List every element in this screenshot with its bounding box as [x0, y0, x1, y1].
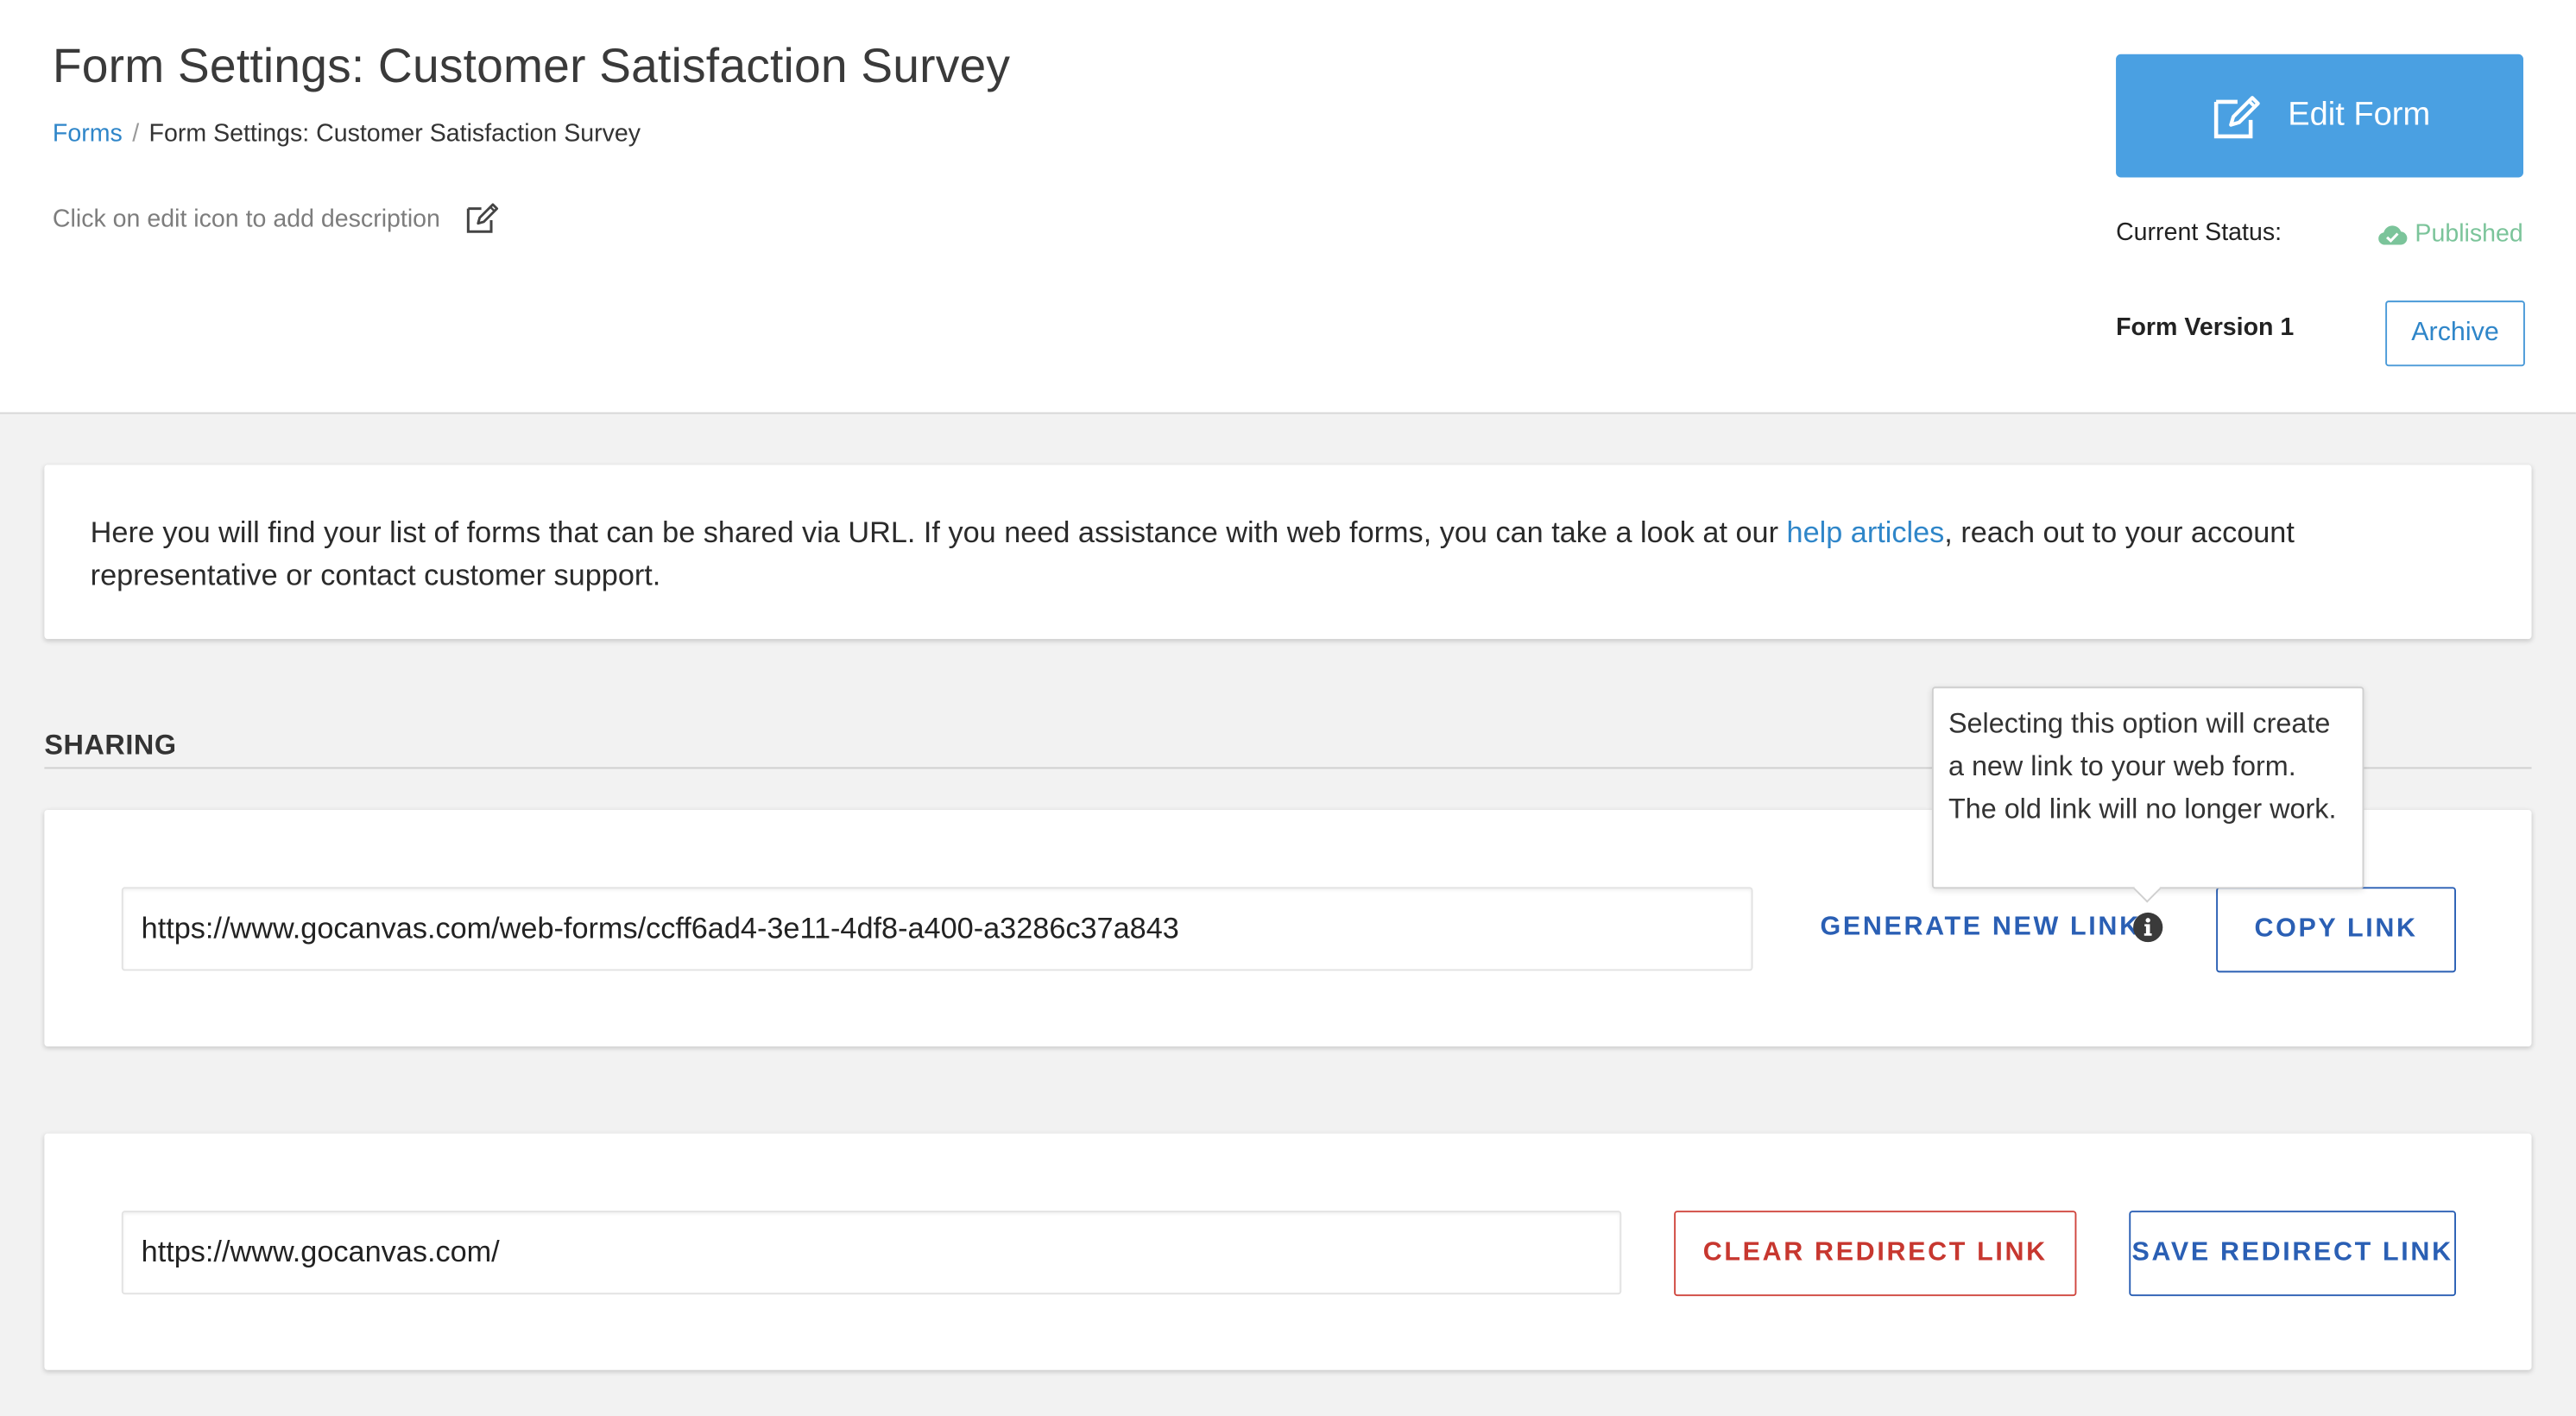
description-hint: Click on edit icon to add description	[53, 202, 500, 235]
cloud-check-icon	[2378, 224, 2408, 244]
breadcrumb-separator: /	[132, 119, 140, 149]
archive-button[interactable]: Archive	[2385, 300, 2525, 367]
breadcrumb-forms-link[interactable]: Forms	[53, 120, 123, 148]
description-hint-text: Click on edit icon to add description	[52, 204, 440, 233]
info-card: Here you will find your list of forms th…	[44, 465, 2532, 640]
current-status-label: Current Status:	[2116, 218, 2282, 247]
edit-form-icon	[2213, 95, 2260, 138]
generate-new-link-button[interactable]: GENERATE NEW LINK	[1821, 913, 2141, 943]
form-version-label: Form Version 1	[2116, 313, 2295, 342]
edit-description-icon[interactable]	[464, 202, 500, 235]
redirect-link-card: CLEAR REDIRECT LINK SAVE REDIRECT LINK	[44, 1133, 2532, 1370]
tooltip-text: Selecting this option will create a new …	[1948, 708, 2337, 825]
status-value: Published	[2415, 219, 2523, 249]
info-text: Here you will find your list of forms th…	[91, 511, 2489, 597]
share-url-field[interactable]	[121, 887, 1753, 971]
generate-link-tooltip: Selecting this option will create a new …	[1931, 686, 2364, 903]
info-text-start: Here you will find your list of forms th…	[90, 515, 1787, 549]
status-badge: Published	[2376, 220, 2523, 248]
page-title: Form Settings: Customer Satisfaction Sur…	[52, 41, 1011, 94]
edit-form-button[interactable]: Edit Form	[2116, 54, 2524, 178]
save-redirect-link-button[interactable]: SAVE REDIRECT LINK	[2129, 1211, 2456, 1297]
info-circle-icon[interactable]	[2132, 912, 2163, 943]
redirect-url-field[interactable]	[121, 1211, 1622, 1295]
form-settings-header: Form Settings: Customer Satisfaction Sur…	[0, 0, 2576, 414]
breadcrumb: Forms / Form Settings: Customer Satisfacti…	[53, 120, 641, 148]
sharing-heading: SHARING	[44, 729, 177, 761]
help-articles-link[interactable]: help articles	[1787, 515, 1945, 548]
copy-link-button[interactable]: COPY LINK	[2216, 887, 2456, 973]
edit-form-label: Edit Form	[2288, 97, 2431, 134]
clear-redirect-link-button[interactable]: CLEAR REDIRECT LINK	[1674, 1211, 2077, 1297]
breadcrumb-current: Form Settings: Customer Satisfaction Sur…	[148, 119, 641, 149]
